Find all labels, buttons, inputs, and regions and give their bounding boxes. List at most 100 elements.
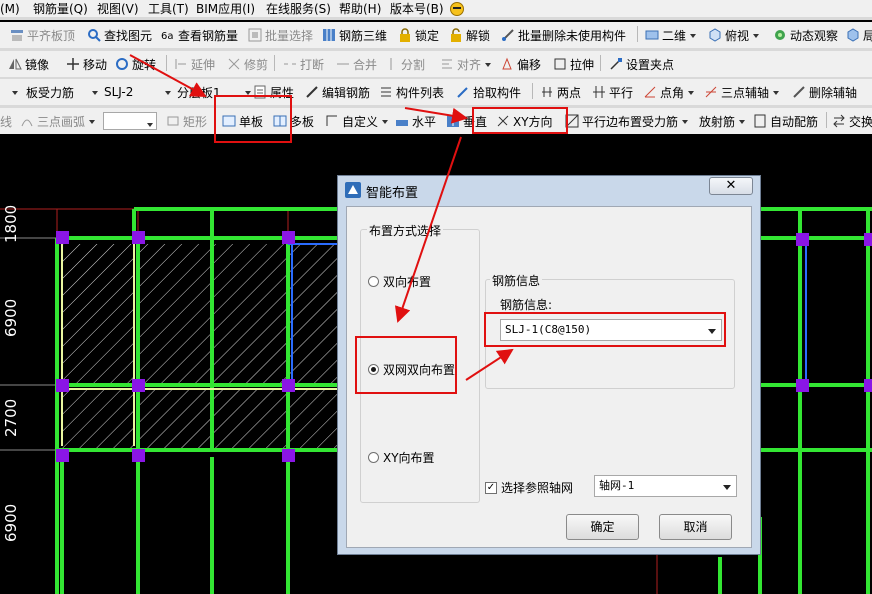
parallel-edge-rebar-dropdown[interactable]: 平行边布置受力筋 <box>565 108 688 134</box>
break-icon <box>284 63 296 65</box>
three-point-arc-button[interactable]: 三点画弧 <box>20 108 95 134</box>
trim-button[interactable]: 修剪 <box>227 51 268 77</box>
batch-select-button[interactable]: 批量选择 <box>248 22 313 48</box>
split-icon <box>390 58 392 70</box>
annotation-highlight <box>214 95 292 143</box>
radio-xy-direction[interactable]: XY向布置 <box>368 449 435 466</box>
lock-icon <box>400 28 410 42</box>
mirror-button[interactable]: 镜像 <box>8 51 49 77</box>
extend-button[interactable]: 延伸 <box>174 51 215 77</box>
delete-axis-button[interactable]: 删除辅轴 <box>792 79 857 105</box>
break-button[interactable]: 打断 <box>283 51 324 77</box>
reference-axis-checkbox[interactable]: ✓ 选择参照轴网 <box>485 479 573 496</box>
menu-bar: (M) 钢筋量(Q) 视图(V) 工具(T) BIM应用(I) 在线服务(S) … <box>0 0 872 17</box>
radio-indicator <box>368 452 379 463</box>
vertical-icon <box>447 115 459 127</box>
menu-item-version[interactable]: 版本号(B) <box>390 0 444 17</box>
mirror-icon <box>9 58 22 70</box>
menu-item-view[interactable]: 视图(V) <box>97 0 139 17</box>
menu-item-help[interactable]: 帮助(H) <box>339 0 381 17</box>
brush-icon <box>502 29 514 41</box>
dimension-label: 1800 <box>2 204 20 243</box>
pick-element-button[interactable]: 拾取构件 <box>456 79 521 105</box>
view-2d-dropdown[interactable]: 二维 <box>645 22 696 48</box>
horizontal-button[interactable]: 水平 <box>395 108 436 134</box>
local-view-button[interactable]: 局 <box>846 22 872 48</box>
align-dropdown[interactable]: 对齐 <box>440 51 491 77</box>
top-view-dropdown[interactable]: 俯视 <box>708 22 759 48</box>
merge-icon <box>337 63 349 65</box>
axis-grid-select[interactable]: 轴网-1 <box>594 475 737 497</box>
swap-button[interactable]: 交换 <box>832 108 872 134</box>
menu-item-bim[interactable]: BIM应用(I) <box>196 0 255 17</box>
menu-separator <box>0 17 872 20</box>
trim-icon <box>228 58 240 70</box>
toolbar-separator <box>826 112 827 128</box>
merge-button[interactable]: 合并 <box>336 51 377 77</box>
radial-rebar-dropdown[interactable]: 放射筋 <box>699 108 745 134</box>
rectangle-button[interactable]: 矩形 <box>166 108 207 134</box>
close-button[interactable]: ✕ <box>709 177 753 195</box>
edit-rebar-icon <box>306 86 318 98</box>
cancel-button[interactable]: 取消 <box>659 514 732 540</box>
line-button[interactable]: 线 <box>0 108 12 134</box>
three-point-axis-dropdown[interactable]: 三点辅轴 <box>704 79 779 105</box>
menu-item-online-service[interactable]: 在线服务(S) <box>266 0 331 17</box>
rebar-3d-button[interactable]: 钢筋三维 <box>322 22 387 48</box>
toolbar-separator <box>166 55 167 71</box>
custom-dropdown[interactable]: 自定义 <box>325 108 388 134</box>
auto-rebar-button[interactable]: 自动配筋 <box>753 108 818 134</box>
chevron-down-icon <box>723 485 731 490</box>
align-top-button[interactable]: 平齐板顶 <box>10 22 75 48</box>
element-list-button[interactable]: 构件列表 <box>379 79 444 105</box>
batch-select-icon <box>248 28 262 42</box>
rotate-button[interactable]: 旋转 <box>115 51 156 77</box>
toolbar-separator <box>600 55 601 71</box>
arc-icon <box>21 119 33 127</box>
stretch-button[interactable]: 拉伸 <box>553 51 594 77</box>
offset-button[interactable]: 偏移 <box>500 51 541 77</box>
list-icon <box>381 87 391 97</box>
two-point-icon <box>542 87 552 97</box>
set-grip-button[interactable]: 设置夹点 <box>609 51 674 77</box>
menu-item-tools[interactable]: 工具(T) <box>148 0 189 17</box>
find-element-button[interactable]: 查找图元 <box>87 22 152 48</box>
menu-item-modify[interactable]: (M) <box>0 0 20 17</box>
annotation-highlight <box>355 336 457 394</box>
two-point-button[interactable]: 两点 <box>540 79 581 105</box>
unlock-button[interactable]: 解锁 <box>449 22 490 48</box>
emoji-icon <box>450 0 464 17</box>
element-name-dropdown[interactable]: SLJ-2 <box>88 79 133 105</box>
move-button[interactable]: 移动 <box>66 51 107 77</box>
align-top-icon <box>11 30 23 41</box>
unlock-icon <box>451 28 461 42</box>
align-icon <box>442 59 452 69</box>
rectangle-icon <box>167 116 179 126</box>
orbit-icon <box>775 30 785 40</box>
batch-delete-unused-button[interactable]: 批量删除未使用构件 <box>501 22 626 48</box>
dynamic-orbit-button[interactable]: 动态观察 <box>773 22 838 48</box>
dialog-titlebar[interactable]: 智能布置 ✕ <box>338 176 760 204</box>
element-type-dropdown[interactable]: 板受力筋 <box>4 79 74 105</box>
horizontal-icon <box>396 120 408 126</box>
move-icon <box>67 58 79 70</box>
stretch-icon <box>554 58 566 70</box>
rebar-3d-icon <box>323 29 335 41</box>
parallel-button[interactable]: 平行 <box>592 79 633 105</box>
view-rebar-quantity-button[interactable]: 6a 查看钢筋量 <box>161 22 238 48</box>
annotation-highlight <box>484 312 726 347</box>
lock-button[interactable]: 锁定 <box>398 22 439 48</box>
split-button[interactable]: 分割 <box>384 51 425 77</box>
shape-select[interactable] <box>103 108 157 134</box>
ok-button[interactable]: 确定 <box>566 514 639 540</box>
auto-rebar-icon <box>754 114 766 128</box>
toolbar-separator <box>637 26 638 42</box>
point-angle-icon <box>644 86 656 98</box>
edit-rebar-button[interactable]: 编辑钢筋 <box>305 79 370 105</box>
radio-bidirectional[interactable]: 双向布置 <box>368 273 431 290</box>
point-angle-dropdown[interactable]: 点角 <box>643 79 694 105</box>
annotation-highlight <box>472 107 568 134</box>
toolbar-separator <box>532 83 533 99</box>
grip-icon <box>610 58 622 70</box>
menu-item-rebar-quantity[interactable]: 钢筋量(Q) <box>33 0 88 17</box>
